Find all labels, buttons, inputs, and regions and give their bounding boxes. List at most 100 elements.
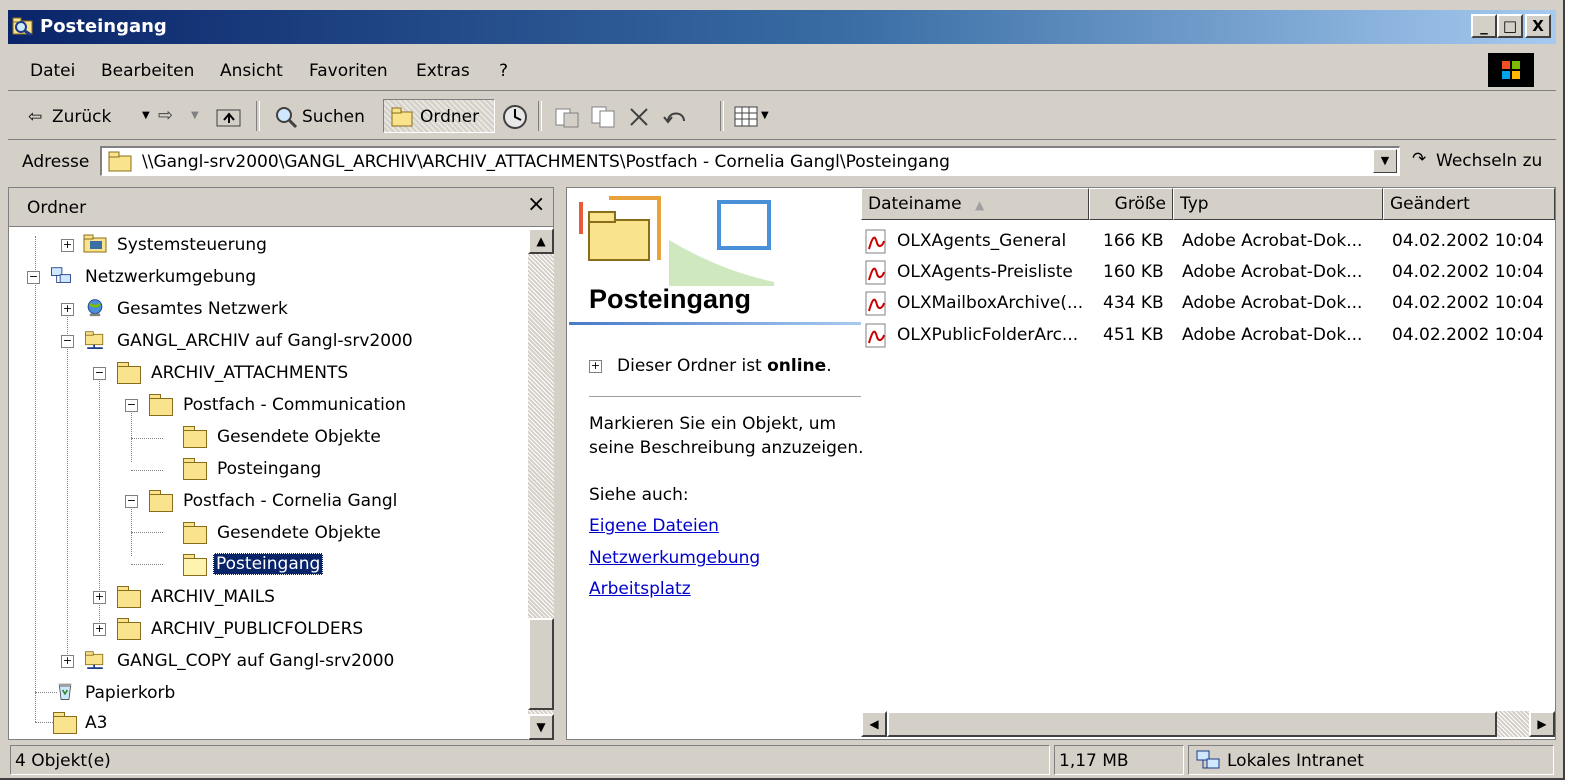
list-horizontal-scrollbar[interactable]: ◀ ▶ [861, 711, 1555, 737]
file-row[interactable]: OLXMailboxArchive(... 434 KB Adobe Acrob… [865, 290, 1553, 320]
info-divider [589, 396, 861, 397]
window-title: Posteingang [40, 16, 167, 37]
info-folder-title: Posteingang [589, 284, 752, 314]
back-button[interactable]: ⇦ Zurück ▼ [22, 99, 152, 133]
menu-favoriten[interactable]: Favoriten [309, 61, 388, 81]
scroll-up-icon[interactable]: ▲ [528, 228, 554, 254]
history-icon[interactable] [502, 104, 528, 130]
folders-button[interactable]: Ordner [383, 99, 495, 133]
folder-icon [117, 362, 141, 384]
expand-icon[interactable]: + [93, 623, 106, 636]
scroll-thumb[interactable] [528, 618, 554, 710]
tree-item-archiv-mails[interactable]: + ARCHIV_MAILS [9, 584, 524, 612]
column-header-type[interactable]: Typ [1173, 188, 1383, 220]
expand-details-icon[interactable]: + [589, 360, 602, 373]
title-bar[interactable]: Posteingang _ □ X [8, 10, 1556, 44]
tree-item-postfach-communication[interactable]: − Postfach - Communication [9, 392, 524, 420]
menu-ansicht[interactable]: Ansicht [220, 61, 283, 81]
tree-item-posteingang-selected[interactable]: Posteingang [9, 552, 524, 580]
tree-item-gesendete-objekte[interactable]: Gesendete Objekte [9, 424, 524, 452]
collapse-icon[interactable]: − [125, 495, 138, 508]
views-dropdown-icon[interactable]: ▼ [761, 110, 769, 121]
copy-to-icon[interactable] [590, 105, 616, 129]
tree-item-a3[interactable]: A3 [9, 710, 524, 738]
link-arbeitsplatz[interactable]: Arbeitsplatz [589, 579, 691, 599]
collapse-icon[interactable]: − [125, 399, 138, 412]
tree-item-gesamtes-netzwerk[interactable]: + Gesamtes Netzwerk [9, 296, 524, 324]
tree-item-label: Netzwerkumgebung [85, 267, 257, 287]
tree-item-netzwerkumgebung[interactable]: − Netzwerkumgebung [9, 264, 524, 292]
search-button[interactable]: Suchen [270, 99, 370, 133]
expand-icon[interactable]: + [93, 591, 106, 604]
tree-item-gesendete-objekte[interactable]: Gesendete Objekte [9, 520, 524, 548]
tree-item-archiv-publicfolders[interactable]: + ARCHIV_PUBLICFOLDERS [9, 616, 524, 644]
control-panel-icon [83, 234, 107, 253]
folder-icon [117, 586, 141, 608]
file-name: OLXPublicFolderArc... [897, 325, 1079, 345]
search-label: Suchen [302, 107, 365, 127]
tree-item-archiv-attachments[interactable]: − ARCHIV_ATTACHMENTS [9, 360, 524, 388]
file-row[interactable]: OLXAgents_General 166 KB Adobe Acrobat-D… [865, 228, 1553, 258]
scroll-down-icon[interactable]: ▼ [528, 714, 554, 740]
close-pane-icon[interactable]: × [527, 192, 545, 217]
file-row[interactable]: OLXPublicFolderArc... 451 KB Adobe Acrob… [865, 322, 1553, 352]
tree-item-systemsteuerung[interactable]: + Systemsteuerung [9, 232, 524, 260]
tree-vertical-scrollbar[interactable]: ▲ ▼ [528, 228, 554, 740]
address-input[interactable]: \\Gangl-srv2000\GANGL_ARCHIV\ARCHIV_ATTA… [100, 146, 1400, 176]
tree-item-gangl-archiv[interactable]: − GANGL_ARCHIV auf Gangl-srv2000 [9, 328, 524, 356]
maximize-button[interactable]: □ [1497, 14, 1523, 38]
address-dropdown-button[interactable]: ▼ [1373, 149, 1397, 173]
column-header-name[interactable]: Dateiname ▲ [861, 188, 1089, 220]
column-header-size[interactable]: Größe [1089, 188, 1173, 220]
folder-icon [149, 490, 173, 512]
up-folder-icon[interactable] [216, 106, 242, 128]
forward-dropdown-icon[interactable]: ▼ [191, 110, 199, 121]
column-header-modified[interactable]: Geändert [1383, 188, 1555, 220]
undo-icon[interactable] [662, 107, 688, 127]
file-type: Adobe Acrobat-Dok... [1182, 231, 1363, 251]
online-status: Dieser Ordner ist online. [617, 356, 832, 376]
menu-help[interactable]: ? [499, 61, 508, 81]
tree-item-label: Posteingang [217, 459, 322, 479]
tree-item-papierkorb[interactable]: Papierkorb [9, 680, 524, 708]
expand-icon[interactable]: + [61, 655, 74, 668]
file-type: Adobe Acrobat-Dok... [1182, 325, 1363, 345]
pdf-file-icon [865, 229, 886, 254]
delete-icon[interactable] [628, 107, 650, 127]
column-label: Typ [1180, 194, 1209, 214]
expand-icon[interactable]: + [61, 303, 74, 316]
file-size: 451 KB [1103, 325, 1164, 345]
back-dropdown-icon[interactable]: ▼ [142, 110, 150, 121]
tree-item-posteingang[interactable]: Posteingang [9, 456, 524, 484]
file-row[interactable]: OLXAgents-Preisliste 160 KB Adobe Acroba… [865, 259, 1553, 289]
network-icon [51, 267, 71, 283]
status-object-count: 4 Objekt(e) [10, 745, 1050, 775]
move-to-icon[interactable] [554, 105, 580, 129]
collapse-icon[interactable]: − [93, 367, 106, 380]
tree-item-label: A3 [85, 713, 108, 733]
collapse-icon[interactable]: − [27, 271, 40, 284]
file-modified: 04.02.2002 10:04 [1392, 262, 1544, 282]
tree-item-postfach-cornelia-gangl[interactable]: − Postfach - Cornelia Gangl [9, 488, 524, 516]
menu-extras[interactable]: Extras [416, 61, 470, 81]
collapse-icon[interactable]: − [61, 335, 74, 348]
scroll-thumb[interactable] [887, 711, 1497, 737]
menu-bearbeiten[interactable]: Bearbeiten [101, 61, 194, 81]
menu-datei[interactable]: Datei [30, 61, 75, 81]
forward-arrow-icon[interactable]: ⇨ [158, 105, 173, 126]
scroll-right-icon[interactable]: ▶ [1529, 711, 1555, 737]
expand-icon[interactable]: + [61, 239, 74, 252]
go-button[interactable]: ↷ Wechseln zu [1408, 146, 1548, 176]
close-button[interactable]: X [1525, 14, 1551, 38]
minimize-button[interactable]: _ [1471, 14, 1497, 38]
intranet-icon [1196, 750, 1220, 769]
link-eigene-dateien[interactable]: Eigene Dateien [589, 516, 719, 536]
views-icon[interactable] [734, 106, 760, 128]
folder-banner-image [569, 190, 779, 286]
link-netzwerkumgebung[interactable]: Netzwerkumgebung [589, 548, 760, 568]
tree-item-label: Posteingang [213, 553, 324, 575]
tree-item-label: Gesamtes Netzwerk [117, 299, 288, 319]
scroll-left-icon[interactable]: ◀ [861, 711, 887, 737]
tree-item-label: Gesendete Objekte [217, 523, 381, 543]
tree-item-gangl-copy[interactable]: + GANGL_COPY auf Gangl-srv2000 [9, 648, 524, 676]
